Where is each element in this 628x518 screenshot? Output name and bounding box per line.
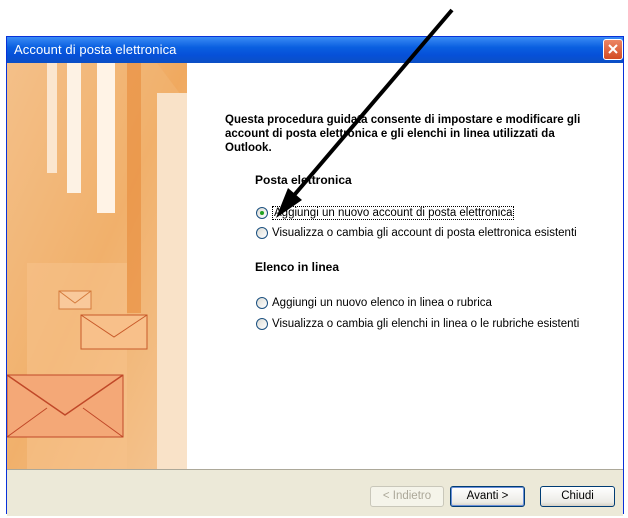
radio-label: Aggiungi un nuovo elenco in linea o rubr… xyxy=(272,297,492,309)
wizard-body: Questa procedura guidata consente di imp… xyxy=(7,63,623,469)
radio-button[interactable] xyxy=(256,297,268,309)
close-button[interactable]: Chiudi xyxy=(540,486,615,507)
next-button[interactable]: Avanti > xyxy=(450,486,525,507)
radio-label: Visualizza o cambia gli account di posta… xyxy=(272,227,577,239)
radio-add-email-account[interactable]: Aggiungi un nuovo account di posta elett… xyxy=(256,206,515,220)
envelope-icon-small xyxy=(58,290,92,310)
radio-button-checked[interactable] xyxy=(256,207,268,219)
wizard-content: Questa procedura guidata consente di imp… xyxy=(225,113,605,155)
close-x-icon xyxy=(608,44,618,54)
radio-view-email-accounts[interactable]: Visualizza o cambia gli account di posta… xyxy=(256,227,577,239)
title-bar[interactable]: Account di posta elettronica xyxy=(7,37,623,63)
account-wizard-window: Account di posta elettronica Questa proc… xyxy=(6,36,624,516)
wizard-footer: < Indietro Avanti > Chiudi xyxy=(7,469,623,516)
back-button[interactable]: < Indietro xyxy=(370,486,444,507)
envelope-icon-medium xyxy=(80,314,148,350)
envelope-icon-large xyxy=(7,374,124,438)
radio-label: Visualizza o cambia gli elenchi in linea… xyxy=(272,318,580,330)
radio-view-directories[interactable]: Visualizza o cambia gli elenchi in linea… xyxy=(256,318,579,330)
radio-button[interactable] xyxy=(256,318,268,330)
window-title: Account di posta elettronica xyxy=(14,42,177,57)
radio-label: Aggiungi un nuovo account di posta elett… xyxy=(272,206,515,220)
section-title-email: Posta elettronica xyxy=(255,173,352,187)
side-illustration xyxy=(7,63,187,469)
section-title-directory: Elenco in linea xyxy=(255,260,340,274)
close-window-button[interactable] xyxy=(603,39,623,60)
radio-add-directory[interactable]: Aggiungi un nuovo elenco in linea o rubr… xyxy=(256,297,492,309)
intro-text: Questa procedura guidata consente di imp… xyxy=(225,114,581,154)
radio-button[interactable] xyxy=(256,227,268,239)
